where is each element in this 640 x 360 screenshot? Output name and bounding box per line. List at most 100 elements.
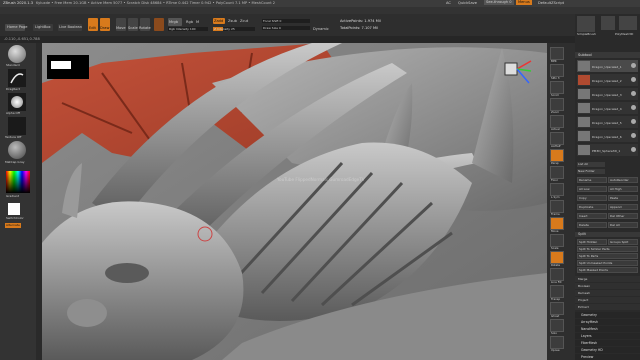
subtool-item[interactable]: Dragon_Upscaled_6 xyxy=(577,130,638,142)
split-to-parts-button[interactable]: Split To Parts xyxy=(577,253,638,259)
material-swatch[interactable] xyxy=(154,18,164,31)
stroke-icon[interactable] xyxy=(8,69,26,87)
visibility-eye-icon[interactable] xyxy=(631,105,636,110)
shelf-ghost-button[interactable]: Ghost xyxy=(550,302,564,318)
shelf-scroll-button[interactable]: Scroll xyxy=(550,81,564,97)
shelf-transp-button[interactable]: Transp xyxy=(550,285,564,301)
alternate-button[interactable]: Alternate xyxy=(5,223,21,228)
shelf-zoom-button[interactable]: Zoom xyxy=(550,98,564,114)
del-other-button[interactable]: Del Other xyxy=(608,213,638,219)
autoreorder-button[interactable]: AutoReorder xyxy=(608,177,638,183)
palette-arraymesh[interactable]: ArrayMesh xyxy=(575,319,640,325)
shelf-aahalf-button[interactable]: AAHalf xyxy=(550,132,564,148)
palette-layers[interactable]: Layers xyxy=(575,333,640,339)
visibility-eye-icon[interactable] xyxy=(631,133,636,138)
rotate-mode-button[interactable]: Rotate xyxy=(139,18,151,31)
rgb-intensity-slider[interactable]: Rgb Intensity 100 xyxy=(168,27,208,31)
default-zscript-button[interactable]: DefaultZScript xyxy=(538,1,564,6)
standard-brush-icon[interactable] xyxy=(8,45,26,63)
shelf-floor-button[interactable]: Floor xyxy=(550,166,564,182)
shelf-bpr-button[interactable]: BPR xyxy=(550,47,564,63)
zsub-button[interactable]: Zsub xyxy=(228,19,237,24)
focal-shift-slider[interactable]: Focal Shift 0 xyxy=(262,19,310,23)
polymesh-thumbnail[interactable] xyxy=(619,16,637,30)
subtool-item[interactable]: Dragon_Upscaled_2 xyxy=(577,74,638,86)
split-hidden-button[interactable]: Split Hidden xyxy=(577,239,607,245)
shelf-xpose-button[interactable]: Xpose xyxy=(550,336,564,352)
shelf-persp-button[interactable]: Persp xyxy=(550,149,564,165)
shelf-spix-3-button[interactable]: SPix 3 xyxy=(550,64,564,80)
all-low-button[interactable]: All Low xyxy=(577,186,607,192)
menus-button[interactable]: Menus xyxy=(516,0,532,5)
palette-project[interactable]: Project xyxy=(575,297,640,303)
subtool-item[interactable]: PM3D_Sphere3D_1 xyxy=(577,144,638,156)
edit-mode-button[interactable]: Edit xyxy=(88,18,98,31)
append-button[interactable]: Append xyxy=(608,204,638,210)
navigation-gizmo[interactable] xyxy=(497,57,537,87)
palette-remesh[interactable]: Remesh xyxy=(575,290,640,296)
split-unmasked-points-button[interactable]: Split Unmasked Points xyxy=(577,260,638,266)
split-header[interactable]: Split xyxy=(575,232,640,237)
visibility-eye-icon[interactable] xyxy=(631,147,636,152)
split-to-similar-parts-button[interactable]: Split To Similar Parts xyxy=(577,246,638,252)
palette-preview[interactable]: Preview xyxy=(575,354,640,360)
duplicate-button[interactable]: Duplicate xyxy=(577,204,607,210)
subtool-item[interactable]: Dragon_Upscaled_1 xyxy=(577,60,638,72)
shelf-solo-button[interactable]: Solo xyxy=(550,319,564,335)
live-boolean-button[interactable]: Live Boolean xyxy=(58,24,82,31)
palette-geometry-hd[interactable]: Geometry HD xyxy=(575,347,640,353)
draw-mode-button[interactable]: Draw xyxy=(100,18,110,31)
new-folder-button[interactable]: New Folder xyxy=(577,169,605,174)
shelf-actual-button[interactable]: Actual xyxy=(550,115,564,131)
color-picker[interactable] xyxy=(6,171,30,193)
all-high-button[interactable]: All High xyxy=(608,186,638,192)
canvas-viewport[interactable]: YouTube FlippedNormals GumroadEdgeTV xyxy=(42,43,547,360)
palette-extract[interactable]: Extract xyxy=(575,304,640,310)
paste-button[interactable]: Paste xyxy=(608,195,638,201)
shelf-frame-button[interactable]: Frame xyxy=(550,200,564,216)
shelf-scale-button[interactable]: Scale xyxy=(550,234,564,250)
shelf-l-sym-button[interactable]: L.Sym xyxy=(550,183,564,199)
visibility-eye-icon[interactable] xyxy=(631,119,636,124)
copy-button[interactable]: Copy xyxy=(577,195,607,201)
dynamic-toggle[interactable]: Dynamic xyxy=(313,27,329,32)
move-mode-button[interactable]: Move xyxy=(116,18,126,31)
zadd-button[interactable]: Zadd xyxy=(213,18,225,24)
subtool-item[interactable]: Dragon_Upscaled_3 xyxy=(577,88,638,100)
palette-merge[interactable]: Merge xyxy=(575,276,640,282)
scale-mode-button[interactable]: Scale xyxy=(128,18,138,31)
m-toggle[interactable]: M xyxy=(196,20,199,25)
list-all-button[interactable]: List All xyxy=(577,162,605,167)
see-through-slider[interactable]: See-through 0 xyxy=(484,0,514,5)
palette-nanomesh[interactable]: NanoMesh xyxy=(575,326,640,332)
quicksave-button[interactable]: QuickSave xyxy=(458,1,477,6)
navigator-thumbnail[interactable] xyxy=(47,55,89,79)
home-page-button[interactable]: Home Page xyxy=(5,24,27,31)
main-color-swatch[interactable] xyxy=(8,203,20,215)
rename-button[interactable]: Rename xyxy=(577,177,607,183)
shelf-line-fill-button[interactable]: Line Fill xyxy=(550,268,564,284)
texture-icon[interactable] xyxy=(8,117,26,135)
palette-fibermesh[interactable]: FiberMesh xyxy=(575,340,640,346)
zcut-button[interactable]: Zcut xyxy=(240,19,248,24)
palette-geometry[interactable]: Geometry xyxy=(575,312,640,318)
current-tool-thumbnail[interactable] xyxy=(577,16,595,32)
insert-button[interactable]: Insert xyxy=(577,213,607,219)
subtool-item[interactable]: Dragon_Upscaled_4 xyxy=(577,102,638,114)
split-masked-points-button[interactable]: Split Masked Points xyxy=(577,267,638,273)
visibility-eye-icon[interactable] xyxy=(631,63,636,68)
delete-button[interactable]: Delete xyxy=(577,222,607,228)
draw-size-slider[interactable]: Draw Size 9 xyxy=(262,26,310,30)
shelf-move-button[interactable]: Move xyxy=(550,217,564,233)
palette-boolean[interactable]: Boolean xyxy=(575,283,640,289)
groups-split-button[interactable]: Groups Split xyxy=(608,239,638,245)
matcap-icon[interactable] xyxy=(8,141,26,159)
shelf-rotate-button[interactable]: Rotate xyxy=(550,251,564,267)
lightbox-button[interactable]: LightBox xyxy=(33,24,53,31)
subtool-header[interactable]: Subtool xyxy=(575,52,640,58)
visibility-eye-icon[interactable] xyxy=(631,91,636,96)
z-intensity-slider[interactable]: Z Intensity 25 xyxy=(213,27,255,31)
del-all-button[interactable]: Del All xyxy=(608,222,638,228)
mrgb-button[interactable]: Mrgb xyxy=(168,18,182,26)
title-ac[interactable]: AC xyxy=(446,1,451,6)
